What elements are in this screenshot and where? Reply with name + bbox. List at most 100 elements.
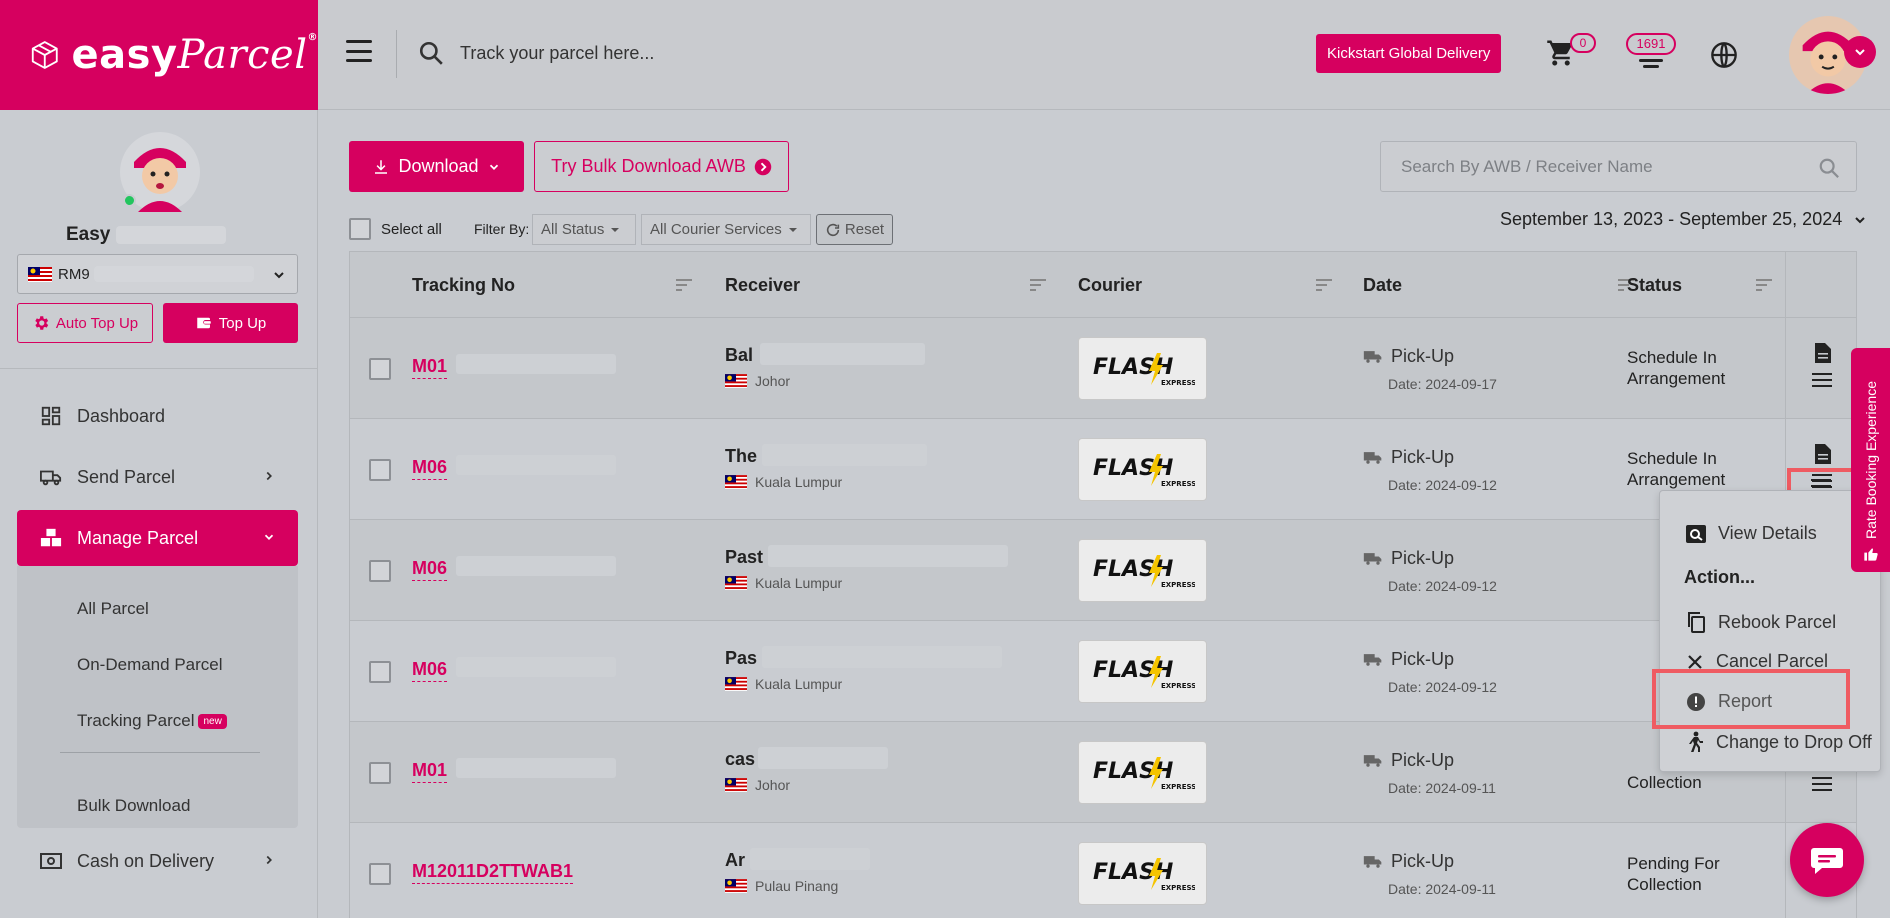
column-header-status[interactable]: Status: [1627, 275, 1682, 296]
chevron-right-icon: [266, 855, 272, 865]
delivery-type: Pick-Up: [1363, 851, 1454, 872]
menu-toggle-icon[interactable]: [346, 40, 372, 62]
rate-booking-experience-tab[interactable]: Rate Booking Experience: [1851, 348, 1890, 572]
status-text: Pending For Collection: [1627, 854, 1720, 894]
download-button[interactable]: Download: [349, 141, 524, 192]
column-header-courier[interactable]: Courier: [1078, 275, 1142, 296]
view-details-menu-item[interactable]: View Details: [1686, 523, 1817, 544]
sidebar-item-cash-on-delivery[interactable]: Cash on Delivery: [17, 833, 298, 889]
dashboard-icon: [39, 404, 63, 428]
status-filter-select[interactable]: All Status: [532, 214, 636, 245]
flash-express-logo: FLASH EXPRESS: [1078, 438, 1207, 501]
row-checkbox[interactable]: [369, 762, 391, 784]
column-header-tracking[interactable]: Tracking No: [412, 275, 515, 296]
refresh-icon: [826, 223, 840, 236]
sidebar-item-tracking-parcel[interactable]: Tracking Parcel new: [77, 711, 227, 731]
sidebar-item-send-parcel[interactable]: Send Parcel: [17, 449, 298, 505]
table-row[interactable]: M06 The Kuala Lumpur FLASH EXPRESS Pick-U…: [349, 419, 1857, 520]
sidebar-item-bulk-download[interactable]: Bulk Download: [77, 796, 190, 816]
wallet-selector[interactable]: RM9: [17, 254, 298, 294]
sort-icon[interactable]: [1316, 278, 1332, 292]
table-row[interactable]: M01 Bal Johor FLASH EXPRESS Pick-Up Date:…: [349, 318, 1857, 419]
row-checkbox[interactable]: [369, 863, 391, 885]
filter-by-label: Filter By:: [474, 221, 530, 237]
truck-icon: [1363, 653, 1382, 666]
column-header-date[interactable]: Date: [1363, 275, 1402, 296]
chat-button[interactable]: [1790, 823, 1864, 897]
flash-express-logo: FLASH EXPRESS: [1078, 741, 1207, 804]
reset-filter-button[interactable]: Reset: [816, 214, 893, 245]
date-range-picker[interactable]: September 13, 2023 - September 25, 2024: [1500, 209, 1868, 230]
courier-filter-select[interactable]: All Courier Services: [641, 214, 811, 245]
sidebar-item-manage-parcel[interactable]: Manage Parcel: [17, 510, 298, 566]
tracking-number-link[interactable]: M06: [412, 457, 448, 480]
credit-count-badge[interactable]: 1691: [1626, 33, 1676, 55]
column-header-receiver[interactable]: Receiver: [725, 275, 800, 296]
malaysia-flag-icon: [725, 677, 747, 691]
sort-icon[interactable]: [1756, 278, 1772, 292]
row-checkbox[interactable]: [369, 459, 391, 481]
awb-search-field[interactable]: [1380, 141, 1857, 192]
cash-icon: [39, 849, 63, 873]
auto-top-up-button[interactable]: Auto Top Up: [17, 303, 153, 343]
tracking-number-link[interactable]: M01: [412, 760, 448, 783]
try-bulk-download-awb-button[interactable]: Try Bulk Download AWB: [534, 141, 789, 192]
tracking-number-link[interactable]: M06: [412, 659, 448, 682]
change-to-drop-off-menu-item[interactable]: Change to Drop Off: [1686, 731, 1872, 753]
search-icon[interactable]: [1818, 157, 1840, 179]
document-icon[interactable]: [1815, 343, 1831, 363]
sidebar-item-all-parcel[interactable]: All Parcel: [77, 599, 149, 619]
tracking-number-link[interactable]: M01: [412, 356, 448, 379]
sidebar-item-on-demand-parcel[interactable]: On-Demand Parcel: [77, 655, 223, 675]
caret-down-icon: [788, 227, 797, 232]
sort-icon[interactable]: [676, 278, 692, 292]
row-actions-menu-icon[interactable]: [1812, 777, 1832, 791]
user-menu-chevron-icon[interactable]: [1844, 36, 1876, 68]
thumbs-up-icon: [1864, 548, 1878, 561]
receiver-name: The: [725, 446, 758, 466]
table-row[interactable]: M12011D2TTWAB1 Ar Pulau Pinang FLASH EXPR…: [349, 823, 1857, 918]
checkbox[interactable]: [349, 218, 371, 240]
kickstart-global-delivery-button[interactable]: Kickstart Global Delivery: [1316, 34, 1502, 73]
row-actions-dropdown: View Details Action... Rebook Parcel Can…: [1659, 490, 1881, 772]
row-actions-menu-icon[interactable]: [1812, 373, 1832, 387]
flash-express-logo: FLASH EXPRESS: [1078, 842, 1207, 905]
credit-stack-icon: [1639, 59, 1663, 68]
document-icon[interactable]: [1815, 444, 1831, 464]
header-divider: [396, 30, 397, 78]
cube-logo-icon: [31, 41, 58, 69]
table-row[interactable]: M06 Pas Kuala Lumpur FLASH EXPRESS Pick-U…: [349, 621, 1857, 722]
walking-person-icon: [1689, 731, 1703, 752]
sort-icon[interactable]: [1030, 278, 1046, 292]
language-globe-icon[interactable]: [1710, 41, 1738, 69]
row-checkbox[interactable]: [369, 358, 391, 380]
delivery-type: Pick-Up: [1363, 649, 1454, 670]
sidebar-divider: [0, 368, 318, 369]
receiver-location: Kuala Lumpur: [725, 474, 842, 490]
rebook-parcel-menu-item[interactable]: Rebook Parcel: [1686, 611, 1836, 633]
table-row[interactable]: M01 cas Johor FLASH EXPRESS Pick-Up Date:…: [349, 722, 1857, 823]
awb-search-input[interactable]: [1381, 142, 1856, 191]
malaysia-flag-icon: [725, 778, 747, 792]
tracking-number-link[interactable]: M06: [412, 558, 448, 581]
sidebar: Easy RM9 Auto Top Up Top Up Dashboard Se…: [0, 110, 318, 918]
brand-logo[interactable]: easyParcel®: [0, 0, 318, 110]
caret-down-icon: [611, 227, 620, 232]
download-icon: [375, 159, 388, 174]
tracking-number-link[interactable]: M12011D2TTWAB1: [412, 861, 574, 884]
select-all-checkbox[interactable]: Select all: [349, 218, 442, 240]
svg-text:EXPRESS: EXPRESS: [1161, 581, 1195, 589]
truck-icon: [1363, 754, 1382, 767]
malaysia-flag-icon: [725, 576, 747, 590]
row-checkbox[interactable]: [369, 560, 391, 582]
truck-icon: [1363, 451, 1382, 464]
receiver-name: cas: [725, 749, 756, 769]
row-checkbox[interactable]: [369, 661, 391, 683]
user-name: Easy: [66, 224, 226, 246]
flash-express-logo: FLASH EXPRESS: [1078, 539, 1207, 602]
track-parcel-input[interactable]: [460, 32, 1080, 74]
receiver-name: Pas: [725, 648, 758, 668]
table-row[interactable]: M06 Past Kuala Lumpur FLASH EXPRESS Pick-…: [349, 520, 1857, 621]
sidebar-item-dashboard[interactable]: Dashboard: [17, 388, 298, 444]
top-up-button[interactable]: Top Up: [163, 303, 298, 343]
